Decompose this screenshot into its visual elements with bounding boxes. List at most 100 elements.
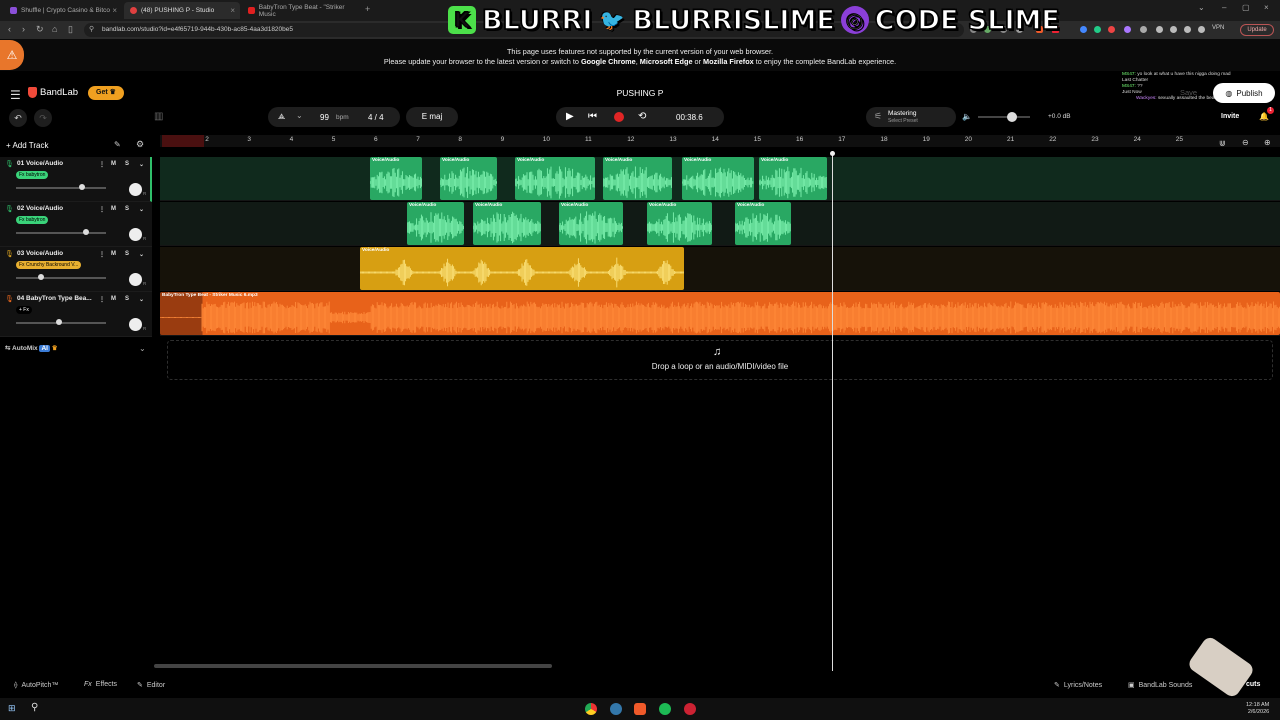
mute-button[interactable]: M bbox=[111, 206, 116, 212]
track-volume-knob[interactable] bbox=[79, 184, 85, 190]
browser-tab-active[interactable]: (48) PUSHING P - Studio × bbox=[124, 2, 240, 19]
key-selector[interactable]: E maj bbox=[406, 107, 458, 127]
browser-tab[interactable]: Shuffle | Crypto Casino & Bitco × bbox=[4, 2, 122, 19]
tuner-icon[interactable]: ✎ bbox=[114, 140, 121, 149]
audio-clip[interactable]: Voice/Audio bbox=[735, 202, 791, 245]
track-volume-slider[interactable] bbox=[16, 232, 106, 234]
brave-icon[interactable] bbox=[634, 703, 646, 715]
audio-clip[interactable]: Voice/Audio bbox=[370, 157, 422, 200]
snap-magnet-icon[interactable]: ⋓ bbox=[1219, 139, 1226, 148]
track-name[interactable]: 02 Voice/Audio bbox=[17, 205, 63, 212]
solo-button[interactable]: S bbox=[125, 251, 129, 257]
maximize-icon[interactable]: ▢ bbox=[1242, 3, 1250, 12]
back-icon[interactable]: ‹ bbox=[8, 24, 11, 34]
project-title[interactable]: PUSHING P bbox=[560, 88, 720, 98]
audio-clip[interactable]: Voice/Audio bbox=[515, 157, 595, 200]
publish-button[interactable]: ◍ Publish bbox=[1213, 83, 1275, 103]
track-name[interactable]: 03 Voice/Audio bbox=[17, 250, 63, 257]
window-close-icon[interactable]: × bbox=[1264, 3, 1269, 12]
browser-tab[interactable]: BabyTron Type Beat - "Striker Music bbox=[242, 2, 360, 19]
bpm-value[interactable]: 99 bbox=[320, 113, 329, 122]
solo-button[interactable]: S bbox=[125, 296, 129, 302]
chevron-down-icon[interactable]: ⌄ bbox=[139, 344, 146, 353]
mastering-selector[interactable]: ⚟ Mastering Select Preset bbox=[866, 107, 956, 127]
extensions-icon[interactable] bbox=[1170, 26, 1177, 33]
track-pan-knob[interactable] bbox=[129, 318, 142, 331]
invite-button[interactable]: Invite bbox=[1221, 113, 1239, 120]
track-lane[interactable]: Voice/Audio bbox=[160, 247, 1280, 291]
audio-clip[interactable]: Voice/Audio bbox=[407, 202, 464, 245]
audio-clip[interactable]: Voice/Audio bbox=[360, 247, 684, 290]
vpn-button[interactable]: VPN bbox=[1212, 25, 1224, 31]
chevron-down-icon[interactable]: ⌄ bbox=[139, 161, 144, 168]
metronome-icon[interactable]: ⟁ bbox=[278, 112, 285, 122]
effects-button[interactable]: Fx Effects bbox=[84, 681, 117, 688]
mixer-icon[interactable]: ▥ bbox=[154, 111, 163, 122]
audio-clip[interactable]: Voice/Audio bbox=[559, 202, 623, 245]
bandlab-logo[interactable]: BandLab bbox=[28, 87, 78, 98]
sidebar-icon[interactable] bbox=[1184, 26, 1191, 33]
zoom-out-icon[interactable]: ⊖ bbox=[1242, 138, 1249, 147]
track-header[interactable]: 🎙 01 Voice/Audio ⋮ M S ⌄ Fx babytron R bbox=[0, 157, 152, 202]
chevron-down-icon[interactable]: ⌄ bbox=[139, 206, 144, 213]
track-settings-icon[interactable]: ⚙ bbox=[136, 139, 144, 150]
extension-icon[interactable] bbox=[1124, 26, 1131, 33]
undo-button[interactable]: ↶ bbox=[9, 109, 27, 127]
spotify-icon[interactable] bbox=[659, 703, 671, 715]
home-icon[interactable]: ⌂ bbox=[52, 24, 57, 34]
minimize-icon[interactable]: – bbox=[1222, 3, 1226, 12]
chevron-down-icon[interactable]: ⌄ bbox=[139, 296, 144, 303]
track-volume-slider[interactable] bbox=[16, 277, 106, 279]
playhead[interactable] bbox=[832, 151, 833, 671]
track-fx-tag[interactable]: Fx Crunchy Backround V... bbox=[16, 261, 82, 269]
get-membership-button[interactable]: Get ♛ bbox=[88, 86, 124, 100]
skip-back-icon[interactable]: ⏮ bbox=[588, 111, 597, 122]
bookmark-icon[interactable]: ▯ bbox=[68, 24, 73, 35]
chrome-icon[interactable] bbox=[585, 703, 597, 715]
audio-clip[interactable]: Voice/Audio bbox=[647, 202, 712, 245]
extension-icon[interactable] bbox=[1108, 26, 1115, 33]
close-icon[interactable]: × bbox=[112, 6, 117, 15]
track-pan-knob[interactable] bbox=[129, 273, 142, 286]
update-button[interactable]: Update bbox=[1240, 24, 1274, 36]
track-volume-slider[interactable] bbox=[16, 187, 106, 189]
solo-button[interactable]: S bbox=[125, 161, 129, 167]
audio-clip[interactable]: BabyTron Type Beat - Striker Music 6.mp3 bbox=[160, 292, 1280, 335]
windows-start-icon[interactable]: ⊞ bbox=[8, 703, 16, 714]
track-pan-knob[interactable] bbox=[129, 228, 142, 241]
track-fx-tag[interactable]: Fx babytron bbox=[16, 171, 49, 179]
track-volume-knob[interactable] bbox=[38, 274, 44, 280]
master-volume-knob[interactable] bbox=[1006, 112, 1017, 122]
track-menu-icon[interactable]: ⋮ bbox=[99, 251, 105, 258]
autopitch-button[interactable]: ⟠ AutoPitch™ bbox=[14, 681, 58, 690]
track-menu-icon[interactable]: ⋮ bbox=[99, 161, 105, 168]
track-header[interactable]: 🎙 02 Voice/Audio ⋮ M S ⌄ Fx babytron R bbox=[0, 202, 152, 247]
play-icon[interactable]: ▶ bbox=[566, 111, 574, 122]
editor-button[interactable]: ✎ Editor bbox=[137, 681, 165, 690]
track-fx-tag[interactable]: + Fx bbox=[16, 306, 32, 314]
menu-icon[interactable]: ☰ bbox=[10, 88, 21, 102]
bandlab-sounds-button[interactable]: ▣ BandLab Sounds bbox=[1128, 681, 1192, 690]
wallet-icon[interactable] bbox=[1198, 26, 1205, 33]
audio-clip[interactable]: Voice/Audio bbox=[473, 202, 541, 245]
search-icon[interactable]: ⚲ bbox=[31, 702, 38, 713]
music-icon[interactable] bbox=[1156, 26, 1163, 33]
track-header[interactable]: 🎙 04 BabyTron Type Bea... ⋮ M S ⌄ + Fx R bbox=[0, 292, 152, 337]
solo-button[interactable]: S bbox=[125, 206, 129, 212]
loop-icon[interactable]: ⟲ bbox=[638, 111, 646, 122]
playhead-handle[interactable] bbox=[830, 151, 835, 156]
track-lane[interactable]: Voice/Audio Voice/Audio Voice/Audio Voice/A… bbox=[160, 157, 1280, 201]
zoom-in-icon[interactable]: ⊕ bbox=[1264, 138, 1271, 147]
add-track-button[interactable]: + Add Track bbox=[6, 138, 68, 153]
shortcuts-button[interactable]: cuts bbox=[1246, 681, 1260, 688]
loop-region[interactable] bbox=[162, 135, 204, 147]
site-info-icon[interactable]: ⚲ bbox=[89, 23, 94, 37]
extension-icon[interactable] bbox=[1080, 26, 1087, 33]
redo-button[interactable]: ↷ bbox=[34, 109, 52, 127]
audio-clip[interactable]: Voice/Audio bbox=[440, 157, 497, 200]
close-icon[interactable]: × bbox=[230, 6, 235, 15]
obs-icon[interactable] bbox=[684, 703, 696, 715]
forward-icon[interactable]: › bbox=[22, 24, 25, 34]
track-name[interactable]: 04 BabyTron Type Bea... bbox=[17, 295, 92, 302]
mute-button[interactable]: M bbox=[111, 161, 116, 167]
